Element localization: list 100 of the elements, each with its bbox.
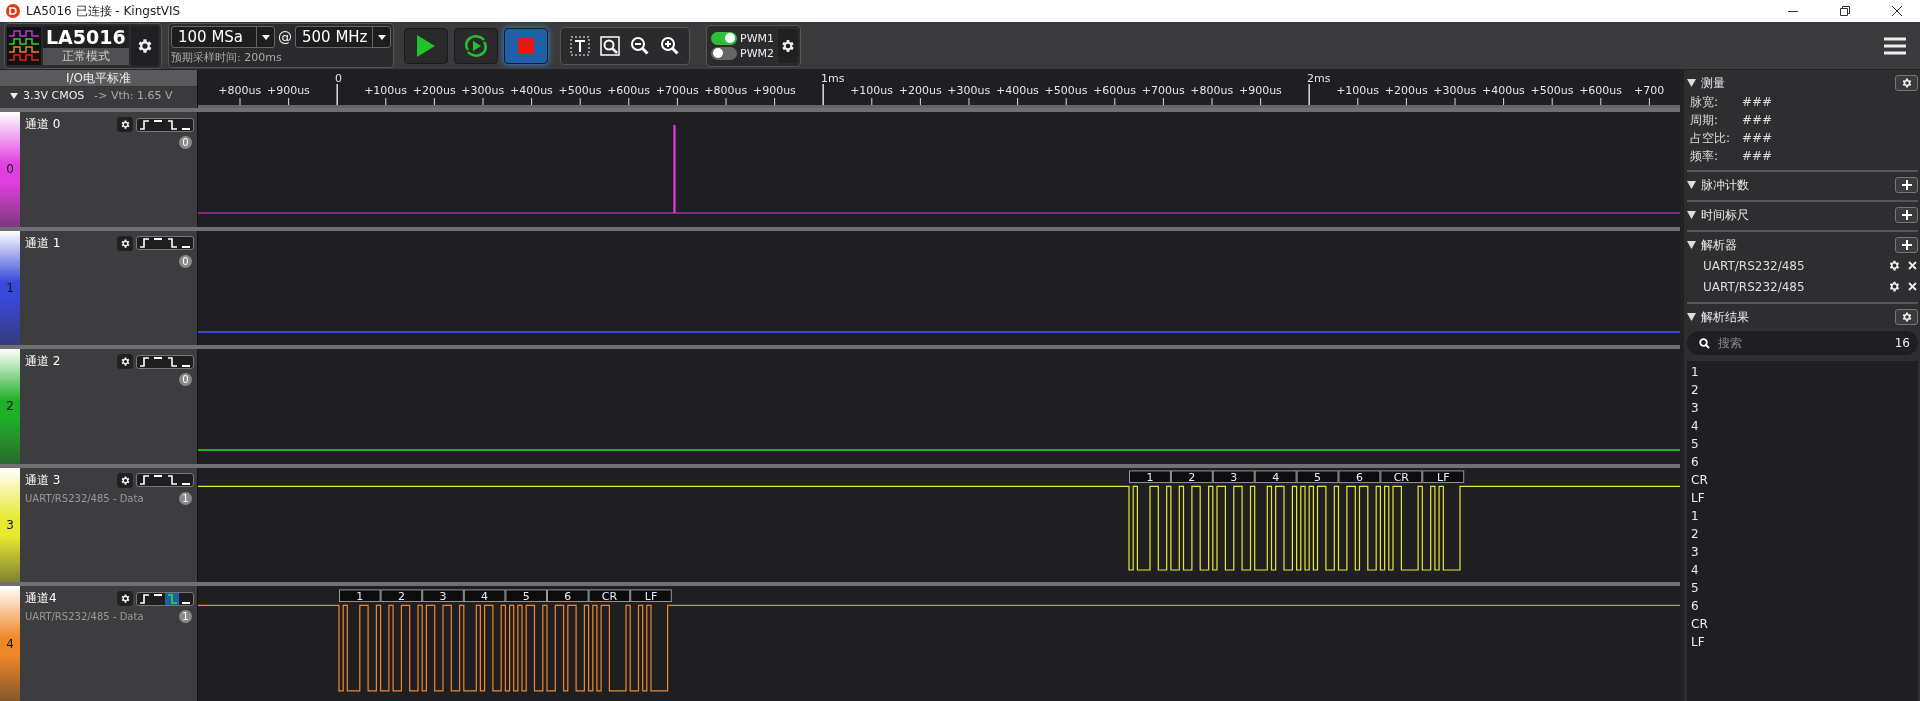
decoded-byte: 5: [1296, 470, 1339, 484]
trigger-button[interactable]: [137, 118, 151, 131]
result-item[interactable]: 5: [1691, 435, 1914, 453]
section-title: 时间标尺: [1701, 206, 1750, 224]
time-label: +200us: [412, 84, 456, 97]
settings-icon: [136, 36, 154, 55]
result-item[interactable]: 1: [1691, 507, 1914, 525]
falling-edge-icon: [167, 119, 177, 130]
zoom-box-tool-button[interactable]: [599, 33, 621, 58]
result-item[interactable]: 6: [1691, 597, 1914, 615]
trigger-button[interactable]: [165, 237, 179, 250]
voltage-standard-dropdown[interactable]: 3.3V CMOS: [10, 89, 85, 102]
falling-edge-icon: [167, 475, 177, 486]
time-label: 0: [335, 72, 342, 85]
result-item[interactable]: 1: [1691, 363, 1914, 381]
text-cursor-icon: [570, 35, 590, 56]
settings-button[interactable]: [117, 354, 133, 370]
trigger-button[interactable]: [137, 237, 151, 250]
plus-icon: [1900, 239, 1913, 251]
channel-name: 通道 1: [25, 234, 62, 252]
result-item[interactable]: 4: [1691, 417, 1914, 435]
channel-name: 通道 3: [25, 471, 62, 489]
waveform-logo-icon: [7, 26, 41, 65]
decoded-byte: 6: [1338, 470, 1381, 484]
text-tool-button[interactable]: [569, 33, 591, 58]
result-item[interactable]: LF: [1691, 489, 1914, 507]
search-input[interactable]: 搜索: [1718, 336, 1887, 350]
sample-rate-dropdown[interactable]: 100 MSa: [171, 26, 275, 48]
channel-tab[interactable]: 3: [0, 467, 20, 583]
high-level-icon: [154, 356, 162, 359]
settings-button[interactable]: [1887, 258, 1901, 273]
time-label: +700us: [1141, 84, 1185, 97]
trigger-button[interactable]: [165, 118, 179, 131]
loop-button[interactable]: [454, 27, 498, 64]
low-level-icon: [182, 483, 190, 486]
channel-tab[interactable]: 4: [0, 586, 20, 701]
stop-button[interactable]: [504, 27, 548, 64]
add-button[interactable]: [1895, 237, 1918, 253]
count-badge: 1: [179, 491, 192, 505]
start-button[interactable]: [404, 27, 448, 64]
close-icon: [1907, 261, 1917, 270]
section-title: 测量: [1701, 74, 1726, 92]
settings-button[interactable]: [778, 28, 798, 63]
time-label: +900us: [1238, 84, 1282, 97]
search-field[interactable]: 搜索 16: [1687, 331, 1918, 355]
trigger-button[interactable]: [137, 592, 151, 605]
time-label: +500us: [1044, 84, 1088, 97]
restore-icon: [1840, 6, 1850, 16]
decoder-name: UART/RS232/485: [1703, 258, 1806, 273]
time-label: +600us: [1093, 84, 1137, 97]
settings-button[interactable]: [117, 591, 133, 607]
result-item[interactable]: 2: [1691, 381, 1914, 399]
add-button[interactable]: [1895, 177, 1918, 193]
section-title: 解析器: [1701, 236, 1738, 254]
channel-tab[interactable]: 0: [0, 112, 20, 227]
time-label: +200us: [898, 84, 942, 97]
decoded-byte: LF: [630, 589, 672, 603]
trigger-button[interactable]: [137, 355, 151, 368]
settings-button[interactable]: [131, 25, 159, 66]
high-level-icon: [154, 593, 162, 596]
decoded-byte: 1: [339, 589, 381, 603]
settings-button[interactable]: [1887, 279, 1901, 294]
settings-button[interactable]: [1895, 75, 1918, 91]
threshold-label: -> Vth: 1.65 V: [94, 89, 173, 102]
result-item[interactable]: CR: [1691, 615, 1914, 633]
result-item[interactable]: CR: [1691, 471, 1914, 489]
result-item[interactable]: 3: [1691, 543, 1914, 561]
result-item[interactable]: 6: [1691, 453, 1914, 471]
result-item[interactable]: 2: [1691, 525, 1914, 543]
high-level-icon: [154, 119, 162, 122]
trigger-button[interactable]: [165, 355, 179, 368]
trigger-button[interactable]: [165, 474, 179, 487]
trigger-button[interactable]: [137, 474, 151, 487]
settings-button[interactable]: [117, 117, 133, 132]
settings-icon: [780, 37, 796, 54]
settings-icon: [119, 119, 131, 130]
io-standard-title: I/O电平标准: [0, 70, 197, 87]
settings-button[interactable]: [117, 235, 133, 251]
result-item[interactable]: LF: [1691, 633, 1914, 651]
time-label: +100us: [364, 84, 408, 97]
channel-name: 通道 2: [25, 353, 62, 371]
result-item[interactable]: 3: [1691, 399, 1914, 417]
decoder-label: UART/RS232/485 - Data: [25, 611, 144, 623]
pwm-toggle[interactable]: [711, 31, 737, 45]
device-name: LA5016: [43, 26, 129, 48]
mode-label: 正常模式: [43, 48, 129, 65]
settings-button[interactable]: [1895, 309, 1918, 325]
time-label: +700: [1634, 84, 1665, 97]
low-level-icon: [182, 364, 190, 367]
measure-label: 脉宽:: [1690, 93, 1720, 111]
frequency-dropdown[interactable]: 500 MHz: [295, 26, 391, 48]
pwm-toggle[interactable]: [711, 46, 737, 60]
channel-tab[interactable]: 2: [0, 349, 20, 464]
result-item[interactable]: 4: [1691, 561, 1914, 579]
settings-button[interactable]: [117, 472, 133, 488]
add-button[interactable]: [1895, 207, 1918, 223]
measure-label: 占空比:: [1690, 129, 1732, 147]
high-level-icon: [154, 475, 162, 478]
result-item[interactable]: 5: [1691, 579, 1914, 597]
settings-icon: [1900, 77, 1913, 89]
